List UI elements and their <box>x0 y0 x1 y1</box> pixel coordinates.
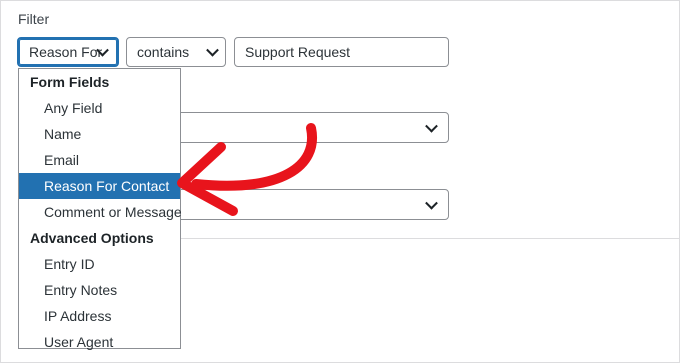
divider <box>161 238 680 239</box>
field-select-value: Reason For <box>29 44 103 60</box>
group-label-form-fields: Form Fields <box>30 74 110 90</box>
operator-select[interactable]: contains <box>126 37 226 67</box>
option-any-field[interactable]: Any Field <box>19 95 180 121</box>
field-select[interactable]: Reason For <box>17 37 119 67</box>
option-name[interactable]: Name <box>19 121 180 147</box>
operator-select-value: contains <box>137 44 190 60</box>
chevron-down-icon <box>425 119 438 133</box>
group-label-advanced-options: Advanced Options <box>30 230 154 246</box>
chevron-down-icon <box>425 196 438 210</box>
filter-label: Filter <box>18 11 50 27</box>
option-ip-address[interactable]: IP Address <box>19 303 180 329</box>
option-entry-notes[interactable]: Entry Notes <box>19 277 180 303</box>
filter-value-input[interactable] <box>234 37 449 67</box>
background-select-2[interactable] <box>161 189 449 220</box>
option-reason-for-contact[interactable]: Reason For Contact <box>19 173 180 199</box>
option-comment-or-message[interactable]: Comment or Message <box>19 199 182 225</box>
chevron-down-icon <box>206 43 219 57</box>
filter-panel: Filter Reason For contains Form Fields A… <box>0 0 680 363</box>
option-email[interactable]: Email <box>19 147 180 173</box>
field-dropdown-list[interactable]: Form Fields Any Field Name Email Reason … <box>18 68 182 350</box>
option-entry-id[interactable]: Entry ID <box>19 251 180 277</box>
option-user-agent[interactable]: User Agent <box>19 329 180 355</box>
background-select-1[interactable] <box>161 112 449 143</box>
